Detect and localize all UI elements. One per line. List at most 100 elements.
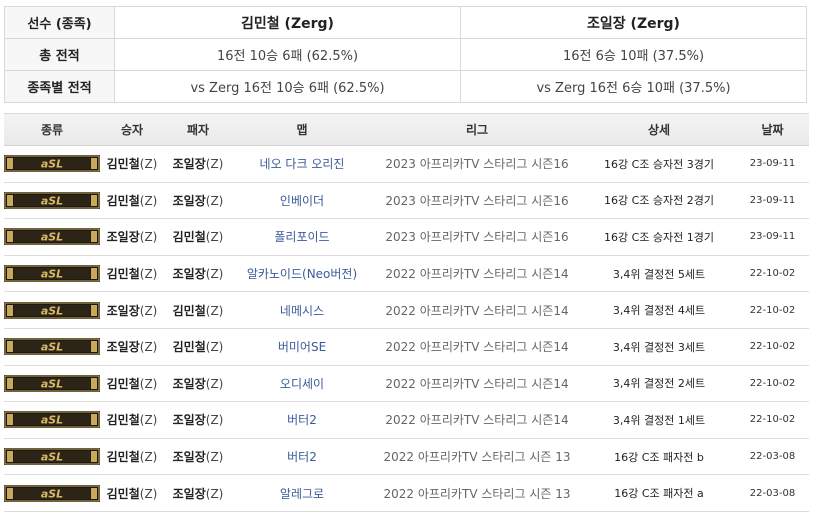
match-detail: 16강 C조 패자전 a: [614, 487, 704, 501]
winner-name[interactable]: 김민철: [107, 157, 140, 171]
match-date: 22-03-08: [749, 451, 796, 463]
svg-text:aSL: aSL: [41, 487, 63, 500]
svg-text:aSL: aSL: [41, 377, 63, 390]
asl-logo-icon: aSL: [4, 228, 100, 246]
winner-cell: 조일장(Z): [100, 338, 164, 355]
asl-logo-icon: aSL: [4, 338, 100, 356]
winner-cell: 김민철(Z): [100, 192, 164, 209]
winner-race: (Z): [139, 157, 158, 172]
winner-name[interactable]: 김민철: [107, 377, 140, 391]
map-link[interactable]: 버터2: [287, 450, 317, 464]
match-date: 23-09-11: [749, 231, 796, 243]
winner-race: (Z): [139, 267, 158, 282]
match-row: aSL 조일장(Z) 김민철(Z) 네메시스 2022 아프리카TV 스타리그 …: [4, 292, 809, 329]
map-link[interactable]: 네오 다크 오리진: [260, 157, 345, 171]
race-record-label: 종족별 전적: [4, 70, 115, 103]
loser-name[interactable]: 조일장: [173, 377, 206, 391]
match-row: aSL 김민철(Z) 조일장(Z) 네오 다크 오리진 2023 아프리카TV …: [4, 146, 809, 183]
player1-total-record: 16전 10승 6패 (62.5%): [114, 38, 461, 71]
winner-name[interactable]: 조일장: [107, 230, 140, 244]
match-detail: 16강 C조 승자전 2경기: [603, 194, 714, 208]
asl-logo-icon: aSL: [4, 191, 100, 209]
league-name: 2023 아프리카TV 스타리그 시즌16: [385, 193, 569, 208]
map-link[interactable]: 알레그로: [280, 487, 324, 501]
loser-cell: 조일장(Z): [164, 155, 232, 172]
loser-name[interactable]: 조일장: [173, 450, 206, 464]
match-row: aSL 김민철(Z) 조일장(Z) 인베이더 2023 아프리카TV 스타리그 …: [4, 183, 809, 220]
map-link[interactable]: 인베이더: [280, 194, 324, 208]
league-type-cell: aSL: [4, 155, 100, 173]
winner-name[interactable]: 김민철: [107, 267, 140, 281]
loser-name[interactable]: 김민철: [173, 304, 206, 318]
map-link[interactable]: 오디세이: [280, 377, 324, 391]
map-link[interactable]: 폴리포이드: [274, 230, 329, 244]
league-name: 2022 아프리카TV 스타리그 시즌14: [385, 303, 569, 318]
league-type-cell: aSL: [4, 338, 100, 356]
winner-race: (Z): [139, 230, 158, 245]
asl-logo-icon: aSL: [4, 301, 100, 319]
league-name: 2022 아프리카TV 스타리그 시즌14: [385, 413, 569, 428]
match-date: 22-10-02: [749, 377, 796, 389]
league-type-cell: aSL: [4, 228, 100, 246]
loser-name[interactable]: 조일장: [173, 194, 206, 208]
match-date: 23-09-11: [749, 158, 796, 170]
svg-text:aSL: aSL: [41, 341, 63, 354]
winner-name[interactable]: 김민철: [107, 413, 140, 427]
column-winner: 승자: [120, 123, 144, 137]
winner-name[interactable]: 조일장: [107, 304, 140, 318]
loser-race: (Z): [205, 193, 224, 208]
loser-name[interactable]: 조일장: [173, 157, 206, 171]
league-name: 2022 아프리카TV 스타리그 시즌14: [385, 267, 569, 282]
loser-name[interactable]: 김민철: [173, 340, 206, 354]
winner-name[interactable]: 김민철: [107, 194, 140, 208]
svg-text:aSL: aSL: [41, 304, 63, 317]
loser-cell: 조일장(Z): [164, 485, 232, 502]
player2-race-record: vs Zerg 16전 6승 10패 (37.5%): [460, 70, 807, 103]
map-link[interactable]: 네메시스: [280, 304, 324, 318]
player1-name: 김민철 (Zerg): [114, 6, 461, 39]
asl-logo-icon: aSL: [4, 265, 100, 283]
loser-cell: 조일장(Z): [164, 375, 232, 392]
league-name: 2022 아프리카TV 스타리그 시즌 13: [383, 486, 571, 501]
winner-name[interactable]: 김민철: [107, 487, 140, 501]
winner-cell: 김민철(Z): [100, 155, 164, 172]
column-detail: 상세: [647, 123, 671, 137]
svg-text:aSL: aSL: [41, 158, 63, 171]
match-row: aSL 김민철(Z) 조일장(Z) 버터2 2022 아프리카TV 스타리그 시…: [4, 439, 809, 476]
league-type-cell: aSL: [4, 301, 100, 319]
column-type: 종류: [40, 123, 64, 137]
winner-cell: 조일장(Z): [100, 302, 164, 319]
svg-text:aSL: aSL: [41, 231, 63, 244]
match-row: aSL 김민철(Z) 조일장(Z) 알레그로 2022 아프리카TV 스타리그 …: [4, 475, 809, 512]
loser-name[interactable]: 조일장: [173, 267, 206, 281]
column-loser: 패자: [186, 123, 210, 137]
loser-cell: 김민철(Z): [164, 228, 232, 245]
loser-name[interactable]: 조일장: [173, 487, 206, 501]
league-type-cell: aSL: [4, 448, 100, 466]
winner-race: (Z): [139, 413, 158, 428]
map-link[interactable]: 알카노이드(Neo버전): [247, 267, 357, 281]
asl-logo-icon: aSL: [4, 484, 100, 502]
loser-race: (Z): [205, 230, 224, 245]
map-link[interactable]: 버터2: [287, 413, 317, 427]
loser-name[interactable]: 조일장: [173, 413, 206, 427]
map-cell: 네오 다크 오리진: [232, 155, 372, 172]
match-history-table: 종류 승자 패자 맵 리그 상세 날짜 aSL 김민철(Z) 조일장(Z) 네오…: [4, 113, 809, 512]
winner-race: (Z): [139, 486, 158, 501]
league-name: 2022 아프리카TV 스타리그 시즌14: [385, 340, 569, 355]
winner-name[interactable]: 김민철: [107, 450, 140, 464]
map-link[interactable]: 버미어SE: [278, 340, 326, 354]
winner-race: (Z): [139, 376, 158, 391]
match-detail: 16강 C조 승자전 1경기: [603, 230, 714, 244]
league-type-cell: aSL: [4, 411, 100, 429]
loser-race: (Z): [205, 486, 224, 501]
loser-cell: 조일장(Z): [164, 411, 232, 428]
winner-name[interactable]: 조일장: [107, 340, 140, 354]
map-cell: 버미어SE: [232, 338, 372, 355]
loser-name[interactable]: 김민철: [173, 230, 206, 244]
match-table-header: 종류 승자 패자 맵 리그 상세 날짜: [4, 113, 809, 146]
league-name: 2023 아프리카TV 스타리그 시즌16: [385, 157, 569, 172]
league-name: 2023 아프리카TV 스타리그 시즌16: [385, 230, 569, 245]
svg-text:aSL: aSL: [41, 268, 63, 281]
match-row: aSL 김민철(Z) 조일장(Z) 오디세이 2022 아프리카TV 스타리그 …: [4, 366, 809, 403]
